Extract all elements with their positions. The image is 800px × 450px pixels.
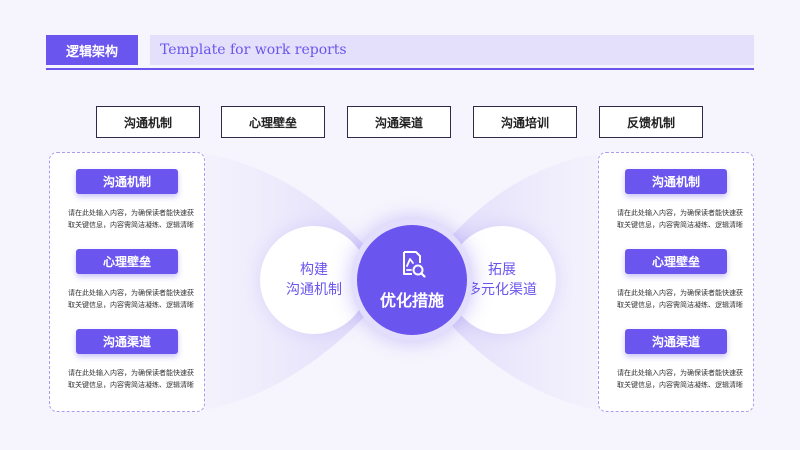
left-item-desc-1: 请在此处输入内容，为确保读者能快速获 取关键信息，内容需简洁凝练、逻辑清晰 [68, 207, 194, 231]
desc-line: 取关键信息，内容需简洁凝练、逻辑清晰 [617, 221, 743, 229]
center-title: 优化措施 [379, 291, 444, 310]
desc-line: 请在此处输入内容，为确保读者能快速获 [617, 289, 743, 297]
desc-line: 取关键信息，内容需简洁凝练、逻辑清晰 [617, 301, 743, 309]
top-box-5: 反馈机制 [599, 106, 703, 138]
right-circle-line-2: 多元化渠道 [467, 282, 537, 298]
desc-line: 请在此处输入内容，为确保读者能快速获 [68, 369, 194, 377]
left-circle-line-2: 沟通机制 [286, 282, 342, 298]
left-item-label-3: 沟通渠道 [76, 329, 178, 354]
section-tag: 逻辑架构 [46, 35, 138, 65]
left-item-desc-3: 请在此处输入内容，为确保读者能快速获 取关键信息，内容需简洁凝练、逻辑清晰 [68, 367, 194, 391]
right-item-label-2: 心理壁垒 [625, 249, 727, 274]
desc-line: 请在此处输入内容，为确保读者能快速获 [68, 289, 194, 297]
page-subtitle: Template for work reports [150, 35, 754, 65]
top-box-4: 沟通培训 [473, 106, 577, 138]
desc-line: 取关键信息，内容需简洁凝练、逻辑清晰 [68, 381, 194, 389]
center-circle: 优化措施 [351, 219, 473, 341]
left-circle-line-1: 构建 [300, 262, 328, 278]
header-divider [46, 68, 754, 70]
right-item-desc-2: 请在此处输入内容，为确保读者能快速获 取关键信息，内容需简洁凝练、逻辑清晰 [617, 287, 743, 311]
left-panel: 沟通机制 请在此处输入内容，为确保读者能快速获 取关键信息，内容需简洁凝练、逻辑… [49, 152, 205, 412]
top-box-2: 心理壁垒 [221, 106, 325, 138]
top-box-3: 沟通渠道 [347, 106, 451, 138]
desc-line: 请在此处输入内容，为确保读者能快速获 [617, 209, 743, 217]
document-search-icon [403, 251, 426, 278]
right-item-desc-3: 请在此处输入内容，为确保读者能快速获 取关键信息，内容需简洁凝练、逻辑清晰 [617, 367, 743, 391]
desc-line: 取关键信息，内容需简洁凝练、逻辑清晰 [68, 221, 194, 229]
left-item-label-2: 心理壁垒 [76, 249, 178, 274]
desc-line: 请在此处输入内容，为确保读者能快速获 [68, 209, 194, 217]
top-box-1: 沟通机制 [96, 106, 200, 138]
right-item-label-1: 沟通机制 [625, 169, 727, 194]
right-item-desc-1: 请在此处输入内容，为确保读者能快速获 取关键信息，内容需简洁凝练、逻辑清晰 [617, 207, 743, 231]
right-circle-line-1: 拓展 [488, 262, 516, 278]
left-item-desc-2: 请在此处输入内容，为确保读者能快速获 取关键信息，内容需简洁凝练、逻辑清晰 [68, 287, 194, 311]
right-item-label-3: 沟通渠道 [625, 329, 727, 354]
right-panel: 沟通机制 请在此处输入内容，为确保读者能快速获 取关键信息，内容需简洁凝练、逻辑… [598, 152, 754, 412]
left-item-label-1: 沟通机制 [76, 169, 178, 194]
desc-line: 请在此处输入内容，为确保读者能快速获 [617, 369, 743, 377]
desc-line: 取关键信息，内容需简洁凝练、逻辑清晰 [68, 301, 194, 309]
desc-line: 取关键信息，内容需简洁凝练、逻辑清晰 [617, 381, 743, 389]
